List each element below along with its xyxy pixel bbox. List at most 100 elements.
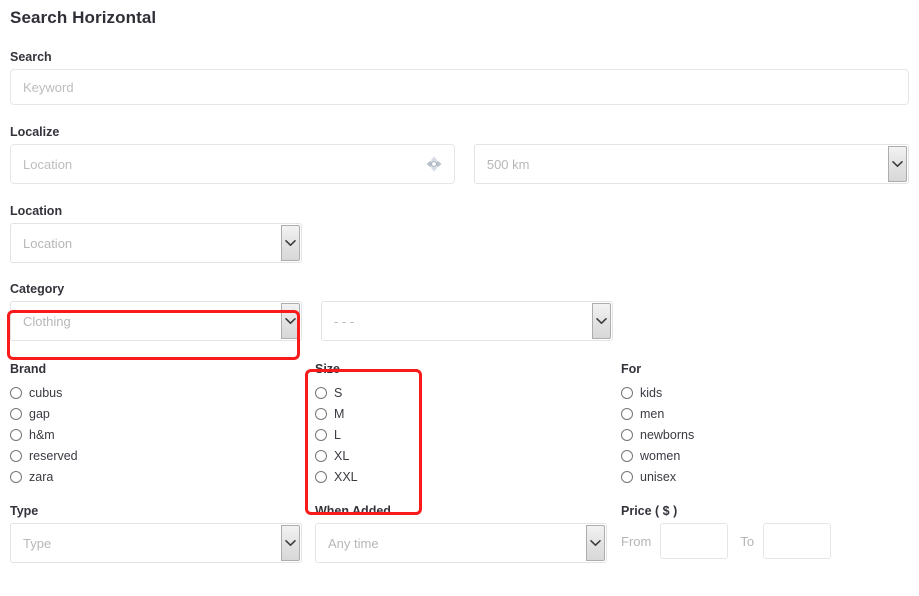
type-label: Type (10, 504, 39, 518)
price-to-label: To (740, 533, 755, 549)
radio-option-label: cubus (29, 385, 63, 400)
radio-option-xxl[interactable]: XXL (315, 466, 621, 487)
chevron-down-icon[interactable] (592, 303, 611, 339)
category-primary-value: Clothing (23, 313, 71, 329)
radio-option-label: S (334, 385, 343, 400)
radio-option-cubus[interactable]: cubus (10, 382, 315, 403)
radio-option-reserved[interactable]: reserved (10, 445, 315, 466)
radio-icon[interactable] (621, 407, 633, 420)
radio-icon[interactable] (315, 428, 327, 441)
for-label: For (621, 362, 642, 376)
price-from-label: From (621, 533, 652, 549)
radio-option-label: h&m (29, 427, 55, 442)
brand-radio-group: Brand cubus gap h&m reserved zara (10, 362, 315, 487)
when-added-label: When Added (315, 504, 391, 518)
radio-icon[interactable] (315, 407, 327, 420)
radio-option-unisex[interactable]: unisex (621, 466, 901, 487)
chevron-down-icon[interactable] (888, 146, 907, 182)
radio-icon[interactable] (621, 386, 633, 399)
when-added-select[interactable]: Any time (315, 523, 607, 563)
search-field-group: Search (10, 50, 909, 105)
radio-option-label: XXL (334, 469, 358, 484)
radio-option-label: men (640, 406, 665, 421)
radio-option-xl[interactable]: XL (315, 445, 621, 466)
location-label: Location (10, 204, 63, 218)
search-input[interactable] (10, 69, 909, 105)
radio-option-m[interactable]: M (315, 403, 621, 424)
radio-option-newborns[interactable]: newborns (621, 424, 901, 445)
bottom-filters-row: Type Type When Added Any time Price ($ … (10, 504, 909, 563)
for-radio-group: For kids men newborns women unisex (621, 362, 901, 487)
localize-row: 500 km (10, 144, 909, 184)
radio-option-kids[interactable]: kids (621, 382, 901, 403)
search-label: Search (10, 50, 52, 64)
category-field-group: Category Clothing - - - (10, 282, 909, 341)
size-label: Size (315, 362, 341, 376)
radio-option-women[interactable]: women (621, 445, 901, 466)
radio-option-label: XL (334, 448, 350, 463)
category-row: Clothing - - - (10, 301, 909, 341)
type-select[interactable]: Type (10, 523, 302, 563)
chevron-down-icon[interactable] (281, 303, 300, 339)
radius-select[interactable]: 500 km (473, 144, 909, 184)
radio-icon[interactable] (315, 386, 327, 399)
chevron-down-icon[interactable] (281, 525, 300, 561)
location-field-group: Location Location (10, 204, 909, 263)
type-field-group: Type Type (10, 504, 315, 563)
facets-row: Brand cubus gap h&m reserved zara Size S… (10, 362, 909, 487)
location-select[interactable]: Location (10, 223, 302, 263)
category-primary-select[interactable]: Clothing (10, 301, 302, 341)
chevron-down-icon[interactable] (281, 225, 300, 261)
type-select-value: Type (23, 535, 52, 551)
radio-icon[interactable] (315, 470, 327, 483)
radio-icon[interactable] (621, 428, 633, 441)
price-to-input[interactable] (763, 523, 832, 559)
search-horizontal-page: Search Horizontal Search Localize (0, 0, 919, 596)
radio-option-label: L (334, 427, 341, 442)
radio-icon[interactable] (621, 449, 633, 462)
radio-option-label: reserved (29, 448, 78, 463)
chevron-down-icon[interactable] (586, 525, 605, 561)
radio-option-gap[interactable]: gap (10, 403, 315, 424)
category-label: Category (10, 282, 65, 296)
price-from-input[interactable] (660, 523, 729, 559)
radio-icon[interactable] (621, 470, 633, 483)
radio-option-label: gap (29, 406, 50, 421)
radio-option-l[interactable]: L (315, 424, 621, 445)
price-label: Price ( $ ) (621, 504, 678, 518)
brand-label: Brand (10, 362, 47, 376)
radio-option-label: women (640, 448, 681, 463)
crosshair-locate-icon[interactable] (425, 155, 443, 173)
radio-option-s[interactable]: S (315, 382, 621, 403)
radio-option-label: newborns (640, 427, 695, 442)
category-secondary-value: - - - (334, 313, 355, 329)
radio-icon[interactable] (315, 449, 327, 462)
radio-option-men[interactable]: men (621, 403, 901, 424)
localize-input[interactable] (10, 144, 456, 184)
radio-option-label: kids (640, 385, 663, 400)
radio-option-label: M (334, 406, 345, 421)
page-title: Search Horizontal (10, 8, 157, 27)
radio-option-zara[interactable]: zara (10, 466, 315, 487)
radio-icon[interactable] (10, 470, 22, 483)
localize-field-group: Localize 500 km (10, 125, 909, 184)
radio-option-hm[interactable]: h&m (10, 424, 315, 445)
price-field-group: Price ( $ ) From To (621, 504, 901, 563)
price-range-row: From To (621, 523, 901, 559)
radio-icon[interactable] (10, 428, 22, 441)
radio-icon[interactable] (10, 386, 22, 399)
radius-select-value: 500 km (486, 156, 530, 172)
radio-option-label: unisex (640, 469, 677, 484)
size-radio-group: Size S M L XL XXL (315, 362, 621, 487)
localize-input-wrap (10, 144, 456, 184)
when-added-select-value: Any time (328, 535, 379, 551)
radio-icon[interactable] (10, 449, 22, 462)
when-added-field-group: When Added Any time (315, 504, 621, 563)
radio-option-label: zara (29, 469, 54, 484)
category-gap (302, 301, 321, 341)
location-select-value: Location (23, 235, 73, 251)
category-secondary-select[interactable]: - - - (321, 301, 613, 341)
localize-gap (455, 144, 474, 184)
localize-label: Localize (10, 125, 60, 139)
radio-icon[interactable] (10, 407, 22, 420)
